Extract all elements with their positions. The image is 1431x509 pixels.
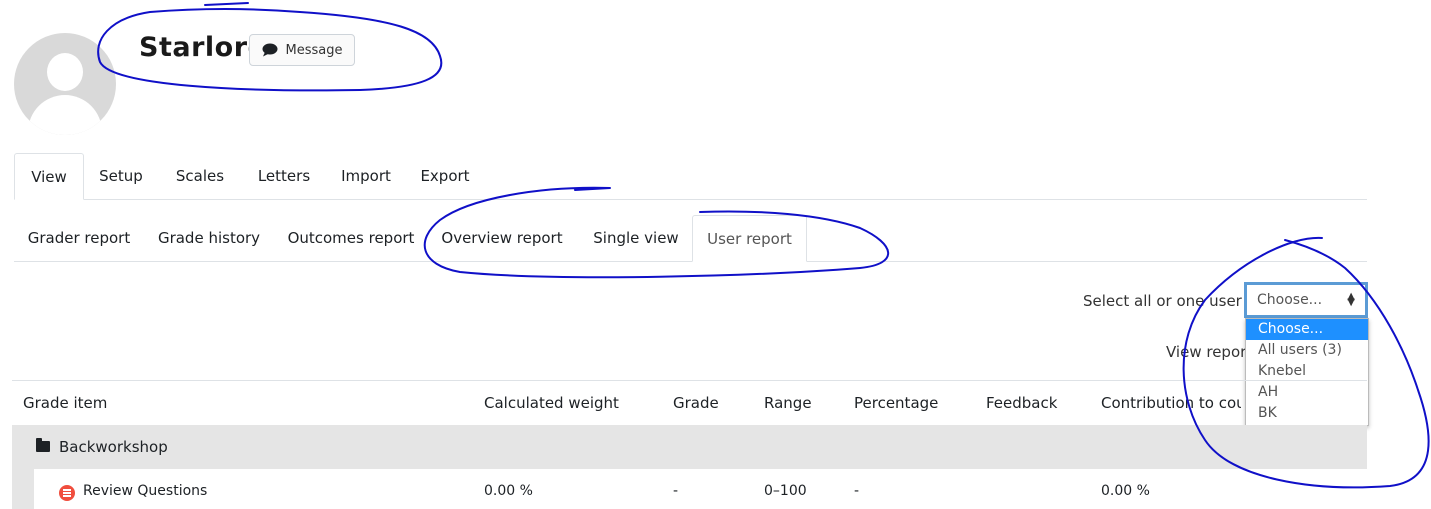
tab-user-report[interactable]: User report [692,215,807,262]
folder-icon [36,438,50,452]
header-range: Range [764,394,812,412]
header-contribution: Contribution to course total [1101,394,1241,412]
header-feedback: Feedback [986,394,1058,412]
tab-overview-report[interactable]: Overview report [434,215,570,261]
cell-percentage: - [854,483,860,499]
user-select-dropdown: Choose... All users (3) Knebel AH BK [1245,318,1369,426]
header-percentage: Percentage [854,394,939,412]
avatar [14,33,116,135]
option-choose[interactable]: Choose... [1246,319,1368,340]
header-grade-item: Grade item [23,394,108,412]
category-row [12,425,1367,469]
quiz-icon [59,485,75,501]
option-all-users[interactable]: All users (3) [1246,340,1368,361]
chat-bubble-icon [262,43,277,57]
option-bk[interactable]: BK [1246,403,1368,424]
tab-grader-report[interactable]: Grader report [20,215,138,261]
tab-outcomes-report[interactable]: Outcomes report [280,215,422,261]
view-report-label: View report [1166,343,1253,361]
tab-single-view[interactable]: Single view [582,215,690,261]
cell-weight: 0.00 % [484,483,533,499]
report-tabs: Grader report Grade history Outcomes rep… [14,215,1367,262]
category-name: Backworkshop [59,438,168,456]
header-calculated-weight: Calculated weight [484,394,619,412]
tab-export[interactable]: Export [412,153,478,199]
tab-grade-history[interactable]: Grade history [150,215,268,261]
header-grade: Grade [673,394,719,412]
option-ah[interactable]: AH [1246,382,1368,403]
tab-letters[interactable]: Letters [250,153,318,199]
select-caret-icon: ▲ ▼ [1347,291,1355,308]
primary-tabs: View Setup Scales Letters Import Export [14,153,1367,200]
user-select[interactable]: Choose... ▲ ▼ [1244,282,1368,318]
table-divider [12,380,1367,381]
message-button[interactable]: Message [249,34,355,66]
option-knebel[interactable]: Knebel [1246,361,1368,382]
cell-range: 0–100 [764,483,807,499]
tab-setup[interactable]: Setup [88,153,154,199]
user-select-value: Choose... [1257,292,1323,308]
tab-scales[interactable]: Scales [166,153,234,199]
tab-import[interactable]: Import [334,153,398,199]
grade-item-link[interactable]: Review Questions [83,483,207,499]
message-button-label: Message [285,42,343,58]
annotation-stroke-name [204,2,249,6]
select-user-label: Select all or one user [1083,292,1242,310]
tab-view[interactable]: View [14,153,84,200]
category-indent-bar [12,469,34,509]
cell-grade: - [673,483,679,499]
cell-contribution: 0.00 % [1101,483,1150,499]
